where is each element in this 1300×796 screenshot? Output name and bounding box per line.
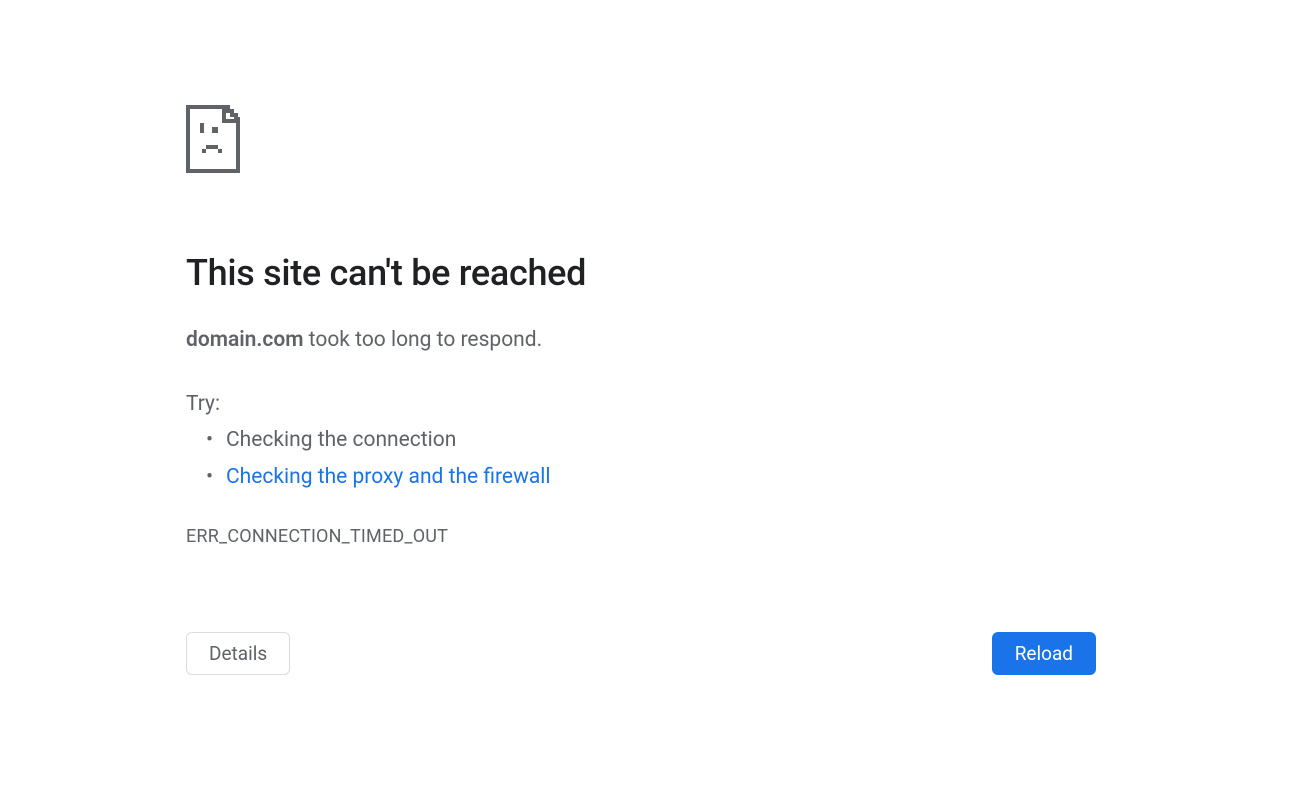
error-domain: domain.com — [186, 328, 303, 352]
suggestion-check-proxy-link[interactable]: Checking the proxy and the firewall — [226, 459, 1096, 496]
suggestion-check-connection: Checking the connection — [226, 422, 1096, 459]
error-message-text: took too long to respond. — [303, 328, 542, 352]
sad-page-icon — [186, 105, 1096, 177]
error-heading: This site can't be reached — [186, 252, 1096, 295]
error-code: ERR_CONNECTION_TIMED_OUT — [186, 526, 1096, 547]
suggestion-list: Checking the connection Checking the pro… — [186, 422, 1096, 496]
details-button[interactable]: Details — [186, 632, 290, 675]
error-message: domain.com took too long to respond. — [186, 325, 1096, 357]
try-label: Try: — [186, 387, 1096, 423]
reload-button[interactable]: Reload — [992, 632, 1096, 675]
button-row: Details Reload — [186, 632, 1096, 675]
